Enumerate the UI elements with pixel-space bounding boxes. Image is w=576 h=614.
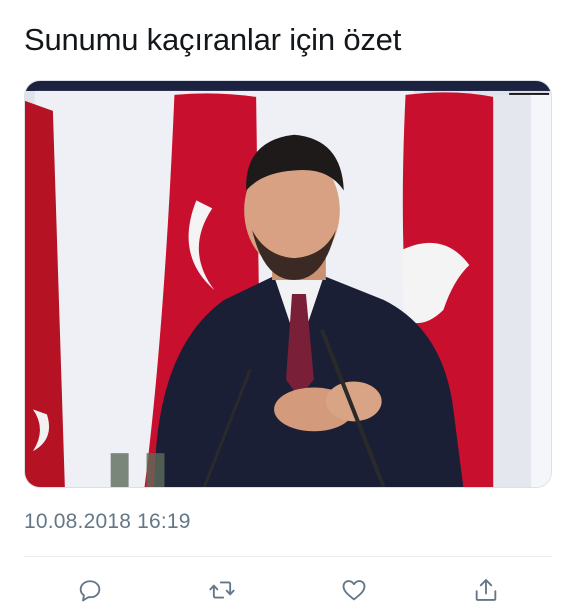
share-button[interactable] <box>464 568 508 612</box>
heart-icon <box>342 580 366 601</box>
speaker-photo-illustration <box>25 81 551 487</box>
tweet-timestamp: 10.08.2018 16:19 <box>24 510 191 533</box>
retweet-icon <box>209 581 235 599</box>
reply-button[interactable] <box>68 568 112 612</box>
reply-icon <box>79 580 101 602</box>
tweet-actions <box>24 566 552 614</box>
like-button[interactable] <box>332 568 376 612</box>
divider <box>24 556 552 557</box>
tweet-photo[interactable] <box>24 80 552 488</box>
retweet-button[interactable] <box>200 568 244 612</box>
share-icon <box>475 579 497 601</box>
tweet-text: Sunumu kaçıranlar için özet <box>24 22 402 57</box>
